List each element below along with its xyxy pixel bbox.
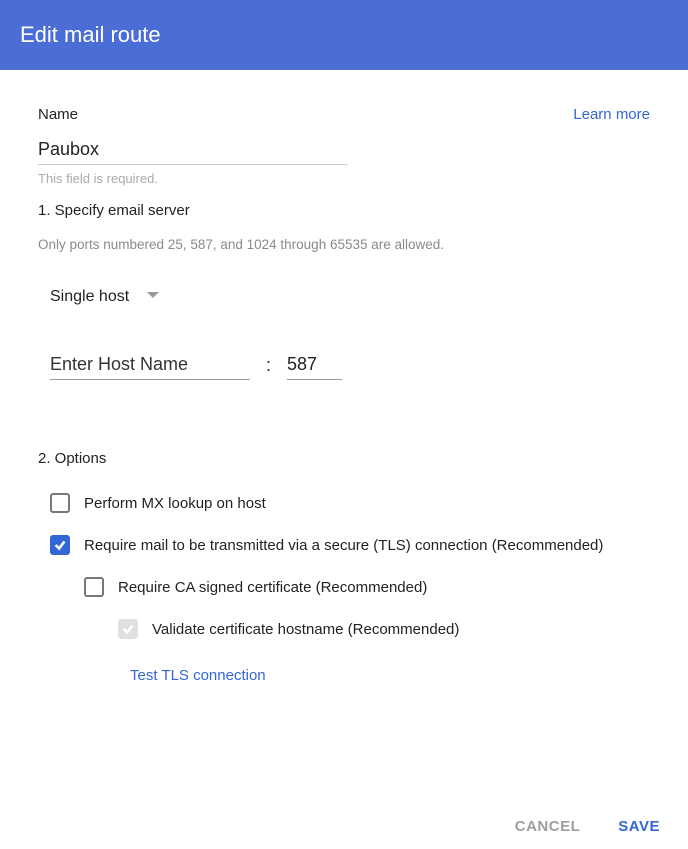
name-input[interactable] <box>38 135 348 165</box>
cancel-button[interactable]: CANCEL <box>515 818 581 835</box>
option-label: Require mail to be transmitted via a sec… <box>84 537 603 554</box>
section1-title: 1. Specify email server <box>38 202 650 219</box>
checkbox-require-tls[interactable] <box>50 535 70 555</box>
check-icon <box>121 622 135 636</box>
checkbox-mx-lookup[interactable] <box>50 493 70 513</box>
option-list: Perform MX lookup on host Require mail t… <box>50 493 650 685</box>
host-type-dropdown[interactable]: Single host <box>50 288 159 306</box>
option-validate-hostname: Validate certificate hostname (Recommend… <box>118 619 650 639</box>
checkbox-ca-cert[interactable] <box>84 577 104 597</box>
name-label: Name <box>38 106 78 123</box>
option-mx-lookup: Perform MX lookup on host <box>50 493 650 513</box>
host-port-separator: : <box>266 355 271 380</box>
host-row: : <box>50 350 650 380</box>
learn-more-link[interactable]: Learn more <box>573 106 650 123</box>
chevron-down-icon <box>147 292 159 298</box>
dialog-footer: CANCEL SAVE <box>515 818 660 835</box>
check-icon <box>53 538 67 552</box>
port-input[interactable] <box>287 350 342 380</box>
name-row: Name Learn more <box>38 106 650 123</box>
option-label: Require CA signed certificate (Recommend… <box>118 579 427 596</box>
dropdown-value: Single host <box>50 288 129 306</box>
dialog-content: Name Learn more This field is required. … <box>0 70 688 685</box>
option-label: Validate certificate hostname (Recommend… <box>152 621 459 638</box>
save-button[interactable]: SAVE <box>618 818 660 835</box>
host-name-input[interactable] <box>50 350 250 380</box>
option-label: Perform MX lookup on host <box>84 495 266 512</box>
checkbox-validate-hostname <box>118 619 138 639</box>
test-tls-link[interactable]: Test TLS connection <box>130 667 266 684</box>
port-hint: Only ports numbered 25, 587, and 1024 th… <box>38 237 650 252</box>
dialog-title: Edit mail route <box>20 22 161 47</box>
section2-title: 2. Options <box>38 450 650 467</box>
option-ca-cert: Require CA signed certificate (Recommend… <box>84 577 650 597</box>
dialog-header: Edit mail route <box>0 0 688 70</box>
required-hint: This field is required. <box>38 171 650 186</box>
option-require-tls: Require mail to be transmitted via a sec… <box>50 535 650 555</box>
